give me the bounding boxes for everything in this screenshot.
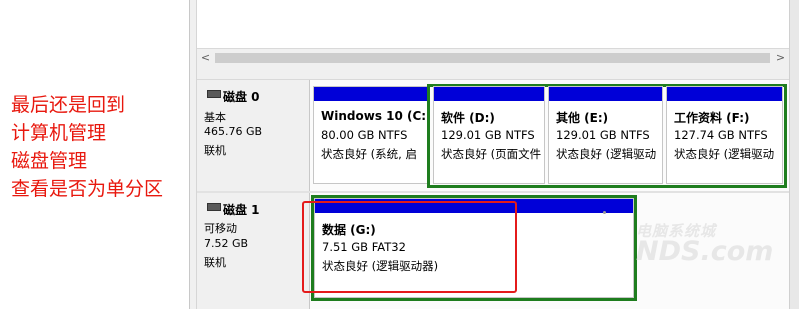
disk-0-row: 磁盘 0 基本 465.76 GB 联机 Windows 10 (C: 80.0… — [197, 80, 789, 191]
partition-bar — [434, 87, 544, 101]
disk-icon — [207, 203, 221, 211]
partition-size: 129.01 GB NTFS — [556, 128, 650, 142]
disk-1-type: 可移动 — [204, 222, 237, 235]
partition-bar — [314, 87, 428, 101]
partition-status: 状态良好 (系统, 启 — [321, 147, 417, 161]
cursor-dot — [603, 211, 606, 214]
left-pane: 最后还是回到 计算机管理 磁盘管理 查看是否为单分区 — [0, 0, 190, 309]
disk-1-status: 联机 — [204, 256, 226, 269]
separator-band — [197, 66, 789, 80]
partition-bar — [667, 87, 782, 101]
partition-status: 状态良好 (页面文件 — [441, 147, 542, 161]
partition-c[interactable]: Windows 10 (C: 80.00 GB NTFS 状态良好 (系统, 启 — [313, 86, 429, 184]
disk-0-status: 联机 — [204, 144, 226, 157]
disk-1-title: 磁盘 1 — [223, 203, 260, 217]
disk-0-type: 基本 — [204, 111, 226, 124]
scrollbar-thumb[interactable] — [215, 53, 770, 63]
partition-name: 其他 (E:) — [556, 111, 609, 125]
vertical-scrollbar[interactable] — [789, 0, 799, 309]
partition-name: 软件 (D:) — [441, 111, 495, 125]
partition-name: Windows 10 (C: — [321, 109, 427, 123]
scroll-right-icon[interactable]: > — [772, 49, 789, 66]
partition-status: 状态良好 (逻辑驱动 — [556, 147, 657, 161]
partition-size: 127.74 GB NTFS — [674, 128, 768, 142]
disk-1-size: 7.52 GB — [204, 237, 249, 250]
splitter[interactable] — [190, 0, 197, 309]
partition-status: 状态良好 (逻辑驱动 — [674, 147, 775, 161]
annotation-line-2: 计算机管理 — [11, 122, 107, 144]
partition-bar — [549, 87, 662, 101]
partition-size: 80.00 GB NTFS — [321, 128, 408, 142]
partition-e[interactable]: 其他 (E:) 129.01 GB NTFS 状态良好 (逻辑驱动 — [548, 86, 663, 184]
watermark: 电脑系统城 NDS.com — [636, 224, 774, 267]
disk-icon — [207, 90, 221, 98]
partition-d[interactable]: 软件 (D:) 129.01 GB NTFS 状态良好 (页面文件 — [433, 86, 545, 184]
disk-1-info[interactable]: 磁盘 1 可移动 7.52 GB 联机 — [197, 193, 310, 309]
partition-f[interactable]: 工作资料 (F:) 127.74 GB NTFS 状态良好 (逻辑驱动 — [666, 86, 783, 184]
partition-size: 129.01 GB NTFS — [441, 128, 535, 142]
disk-0-info[interactable]: 磁盘 0 基本 465.76 GB 联机 — [197, 80, 310, 191]
annotation-line-1: 最后还是回到 — [11, 94, 126, 116]
disk-0-size: 465.76 GB — [204, 125, 263, 138]
highlight-box — [302, 201, 517, 293]
watermark-line-2: NDS.com — [636, 236, 774, 267]
annotation-line-3: 磁盘管理 — [11, 150, 88, 172]
annotation-text: 最后还是回到 计算机管理 磁盘管理 查看是否为单分区 — [11, 91, 163, 203]
annotation-line-4: 查看是否为单分区 — [11, 178, 164, 200]
horizontal-scrollbar[interactable]: < > — [197, 49, 789, 66]
scroll-left-icon[interactable]: < — [197, 49, 214, 66]
partition-name: 工作资料 (F:) — [674, 111, 750, 125]
volume-list-area — [197, 0, 789, 49]
disk-0-title: 磁盘 0 — [223, 90, 260, 104]
